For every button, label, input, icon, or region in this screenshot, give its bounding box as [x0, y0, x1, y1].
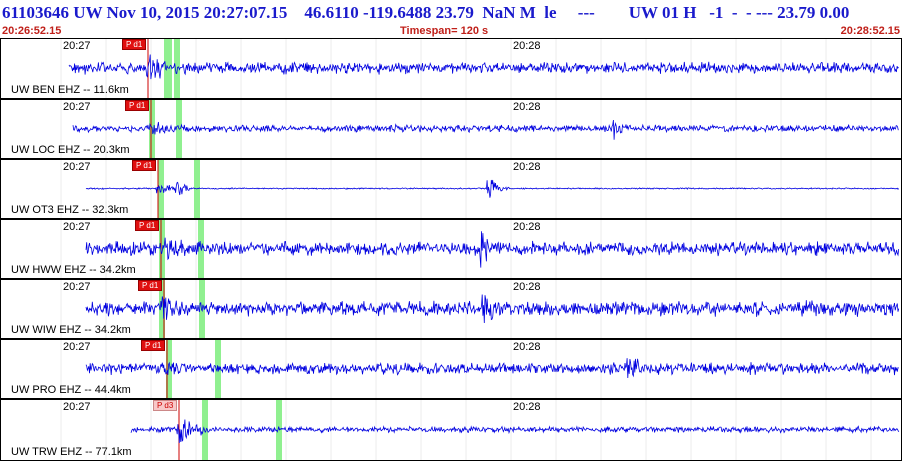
- station-label: UW BEN EHZ -- 11.6km: [11, 84, 129, 96]
- time-tick-label: 20:27: [63, 161, 91, 173]
- waveform-canvas: [60, 280, 900, 338]
- time-tick-label: 20:28: [513, 341, 541, 353]
- station-label: UW HWW EHZ -- 34.2km: [11, 264, 136, 276]
- station-label: UW WIW EHZ -- 34.2km: [11, 324, 131, 336]
- time-tick-label: 20:27: [63, 281, 91, 293]
- seismic-trace: [68, 54, 899, 80]
- seismic-trace: [85, 358, 899, 379]
- end-time: 20:28:52.15: [840, 25, 900, 37]
- waveform-panel[interactable]: 20:27 20:28 P d1 UW HWW EHZ -- 34.2km: [0, 219, 902, 279]
- seismic-trace: [130, 419, 900, 444]
- seismic-trace: [85, 294, 900, 324]
- time-tick-label: 20:28: [513, 401, 541, 413]
- time-tick-label: 20:28: [513, 281, 541, 293]
- station-label: UW PRO EHZ -- 44.4km: [11, 384, 131, 396]
- seismic-trace: [85, 231, 900, 268]
- timespan-label: Timespan= 120 s: [400, 25, 489, 37]
- pick-flag[interactable]: P d1: [135, 220, 160, 231]
- phase-marker: [194, 160, 200, 218]
- event-title: 61103646 UW Nov 10, 2015 20:27:07.15 46.…: [2, 3, 850, 22]
- station-label: UW TRW EHZ -- 77.1km: [11, 446, 132, 458]
- waveform-panel[interactable]: 20:27 20:28 P d1 UW BEN EHZ -- 11.6km: [0, 38, 902, 99]
- waveform-panel[interactable]: 20:27 20:28 P d1 UW OT3 EHZ -- 32.3km: [0, 159, 902, 219]
- start-time: 20:26:52.15: [2, 25, 62, 37]
- time-tick-label: 20:28: [513, 221, 541, 233]
- time-tick-label: 20:27: [63, 341, 91, 353]
- pick-flag[interactable]: P d3: [153, 400, 178, 411]
- pick-flag[interactable]: P d1: [122, 39, 147, 50]
- waveform-panels[interactable]: 20:27 20:28 P d1 UW BEN EHZ -- 11.6km 20:27 2…: [0, 38, 902, 461]
- waveform-panel[interactable]: 20:27 20:28 P d3 UW TRW EHZ -- 77.1km: [0, 399, 902, 461]
- time-tick-label: 20:27: [63, 40, 91, 52]
- waveform-panel[interactable]: 20:27 20:28 P d1 UW WIW EHZ -- 34.2km: [0, 279, 902, 339]
- waveform-panel[interactable]: 20:27 20:28 P d1 UW LOC EHZ -- 20.3km: [0, 99, 902, 159]
- timespan-bar: 20:26:52.15 Timespan= 120 s 20:28:52.15: [0, 25, 902, 38]
- phase-marker: [159, 220, 165, 278]
- station-label: UW LOC EHZ -- 20.3km: [11, 144, 130, 156]
- seismic-trace: [72, 119, 899, 140]
- waveform-canvas: [60, 340, 899, 398]
- pick-flag[interactable]: P d1: [125, 100, 150, 111]
- pick-flag[interactable]: P d1: [138, 280, 163, 291]
- station-label: UW OT3 EHZ -- 32.3km: [11, 204, 129, 216]
- pick-flag[interactable]: P d1: [141, 340, 166, 351]
- time-tick-label: 20:27: [63, 401, 91, 413]
- time-tick-label: 20:28: [513, 40, 541, 52]
- time-tick-label: 20:28: [513, 161, 541, 173]
- waveform-panel[interactable]: 20:27 20:28 P d1 UW PRO EHZ -- 44.4km: [0, 339, 902, 399]
- time-tick-label: 20:28: [513, 101, 541, 113]
- time-tick-label: 20:27: [63, 221, 91, 233]
- phase-marker: [176, 100, 182, 158]
- event-title-bar: 61103646 UW Nov 10, 2015 20:27:07.15 46.…: [0, 0, 902, 25]
- waveform-canvas: [60, 400, 900, 460]
- pick-flag[interactable]: P d1: [132, 160, 157, 171]
- seismic-trace: [85, 179, 900, 198]
- time-tick-label: 20:27: [63, 101, 91, 113]
